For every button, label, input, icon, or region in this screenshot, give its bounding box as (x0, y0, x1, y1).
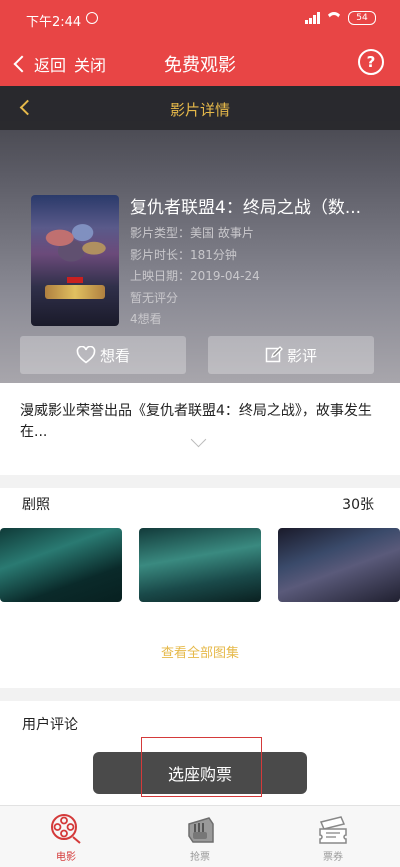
ticket-grab-icon (188, 817, 214, 843)
still-image[interactable] (139, 528, 261, 602)
movie-poster[interactable] (31, 195, 119, 326)
stills-section: 剧照 30张 查看全部图集 (0, 488, 400, 688)
status-time: 下午2:44 (26, 15, 82, 30)
stills-count: 30张 (342, 497, 374, 513)
detail-title: 影片详情 (169, 101, 230, 119)
want-button[interactable]: 想看 (20, 336, 186, 374)
still-image[interactable] (278, 528, 400, 602)
tab-label: 票券 (323, 852, 343, 863)
want-label: 想看 (99, 346, 130, 365)
poster-logo (45, 285, 105, 299)
app-title: 免费观影 (164, 55, 236, 76)
stills-header: 剧照 (22, 497, 50, 513)
tab-movie[interactable]: 电影 (21, 812, 111, 863)
detail-header: 影片详情 (0, 86, 400, 130)
movie-duration: 影片时长：181分钟 (130, 247, 237, 262)
movie-rating: 暂无评分 (130, 290, 179, 305)
status-indicators: 54 (305, 11, 376, 25)
poster-art (37, 217, 113, 269)
help-icon[interactable]: ? (358, 49, 384, 75)
alarm-icon (86, 12, 98, 24)
buy-ticket-button[interactable]: 选座购票 (93, 752, 307, 794)
film-reel-icon (51, 814, 81, 844)
poster-badge (67, 277, 83, 283)
movie-type: 影片类型：美国 故事片 (130, 226, 254, 240)
movie-hero: 影片详情 复仇者联盟4：终局之战（数... 影片类型：美国 故事片 影片时长：1… (0, 86, 400, 383)
still-image[interactable] (0, 528, 122, 602)
signal-icon (305, 12, 320, 24)
bottom-tab-bar: 电影 抢票 票券 (0, 805, 400, 867)
movie-info: 复仇者联盟4：终局之战（数... 影片类型：美国 故事片 影片时长：181分钟 … (130, 197, 375, 331)
tab-label: 抢票 (190, 852, 210, 863)
review-label: 影评 (286, 346, 317, 365)
status-bar: 下午2:44 54 (0, 0, 400, 40)
ticket-stack-icon (319, 816, 347, 844)
tab-label: 电影 (56, 852, 76, 863)
tab-tickets[interactable]: 票券 (288, 812, 378, 863)
tab-grab-ticket[interactable]: 抢票 (155, 812, 245, 863)
movie-title: 复仇者联盟4：终局之战（数... (130, 198, 362, 218)
view-all-gallery-link[interactable]: 查看全部图集 (0, 642, 400, 661)
comments-title: 用户评论 (22, 717, 78, 733)
movie-want-count: 4想看 (130, 312, 162, 326)
review-button[interactable]: 影评 (208, 336, 374, 374)
description-card[interactable]: 漫威影业荣誉出品《复仇者联盟4：终局之战》，故事发生在... (0, 383, 400, 475)
edit-icon (265, 346, 283, 364)
wifi-icon (326, 12, 342, 24)
movie-release-date: 上映日期：2019-04-24 (130, 269, 260, 283)
battery-icon: 54 (348, 11, 376, 25)
app-bar: 返回 关闭 免费观影 ? (0, 40, 400, 86)
heart-icon (76, 346, 96, 364)
